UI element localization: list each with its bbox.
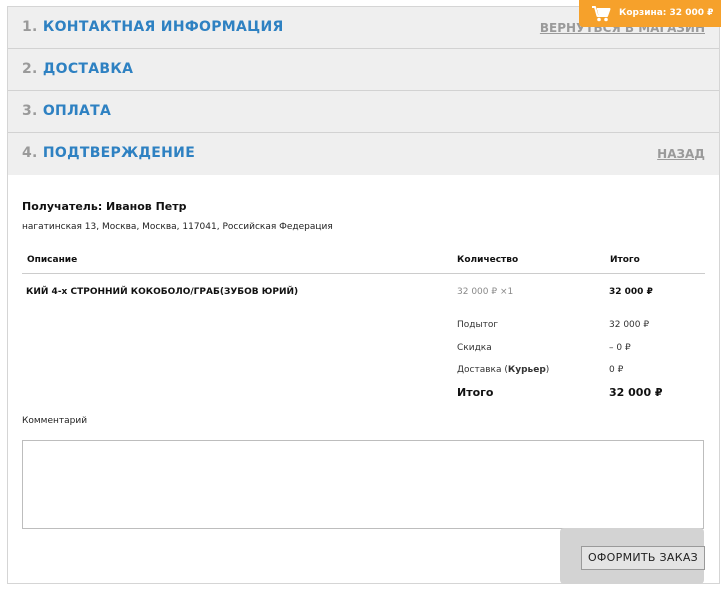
step-label: ДОСТАВКА (42, 61, 134, 77)
confirmation-content: Получатель: Иванов Петр нагатинская 13, … (8, 175, 719, 581)
comment-label: Комментарий (22, 416, 88, 426)
step-confirmation[interactable]: 4. ПОДТВЕРЖДЕНИЕ НАЗАД (8, 133, 719, 175)
grand-total-label: Итого (457, 386, 494, 399)
step-title: 3. ОПЛАТА (22, 103, 111, 119)
delivery-label: Доставка (Курьер) (457, 365, 549, 375)
delivery-label-suffix: ) (545, 365, 550, 375)
delivery-value: 0 ₽ (609, 365, 624, 375)
cart-badge[interactable]: Корзина: 32 000 ₽ (579, 0, 721, 27)
submit-area: ОФОРМИТЬ ЗАКАЗ (560, 528, 705, 584)
checkout-panel: 1. КОНТАКТНАЯ ИНФОРМАЦИЯ ВЕРНУТЬСЯ В МАГ… (7, 6, 720, 584)
column-header-description: Описание (27, 255, 78, 265)
place-order-button[interactable]: ОФОРМИТЬ ЗАКАЗ (581, 546, 705, 570)
column-header-total: Итого (610, 255, 640, 265)
grand-total-value: 32 000 ₽ (609, 386, 663, 399)
delivery-method: Курьер (507, 365, 546, 375)
cart-label: Корзина: 32 000 ₽ (619, 8, 714, 18)
subtotal-label: Подытог (457, 320, 499, 330)
step-label: ПОДТВЕРЖДЕНИЕ (42, 145, 196, 161)
address: нагатинская 13, Москва, Москва, 117041, … (22, 222, 333, 232)
discount-value: – 0 ₽ (609, 343, 631, 353)
item-price-quantity: 32 000 ₽ ×1 (457, 287, 514, 297)
cart-icon (591, 5, 611, 26)
divider (22, 273, 705, 274)
step-delivery[interactable]: 2. ДОСТАВКА (8, 49, 719, 91)
comment-textarea[interactable] (22, 440, 704, 529)
step-number: 3. (22, 103, 38, 119)
step-number: 1. (22, 19, 38, 35)
recipient: Получатель: Иванов Петр (22, 200, 187, 213)
discount-label: Скидка (457, 343, 492, 353)
step-title: 1. КОНТАКТНАЯ ИНФОРМАЦИЯ (22, 19, 284, 35)
step-payment[interactable]: 3. ОПЛАТА (8, 91, 719, 133)
step-number: 4. (22, 145, 38, 161)
step-label: ОПЛАТА (42, 103, 112, 119)
step-label: КОНТАКТНАЯ ИНФОРМАЦИЯ (42, 19, 284, 35)
step-title: 2. ДОСТАВКА (22, 61, 133, 77)
column-header-quantity: Количество (457, 255, 519, 265)
step-number: 2. (22, 61, 38, 77)
back-link[interactable]: НАЗАД (657, 147, 705, 161)
item-total: 32 000 ₽ (609, 287, 653, 297)
step-title: 4. ПОДТВЕРЖДЕНИЕ (22, 145, 195, 161)
subtotal-value: 32 000 ₽ (609, 320, 650, 330)
item-name: КИЙ 4-х СТРОННИЙ КОКОБОЛО/ГРАБ(ЗУБОВ ЮРИ… (26, 287, 299, 297)
delivery-label-prefix: Доставка ( (457, 365, 508, 375)
